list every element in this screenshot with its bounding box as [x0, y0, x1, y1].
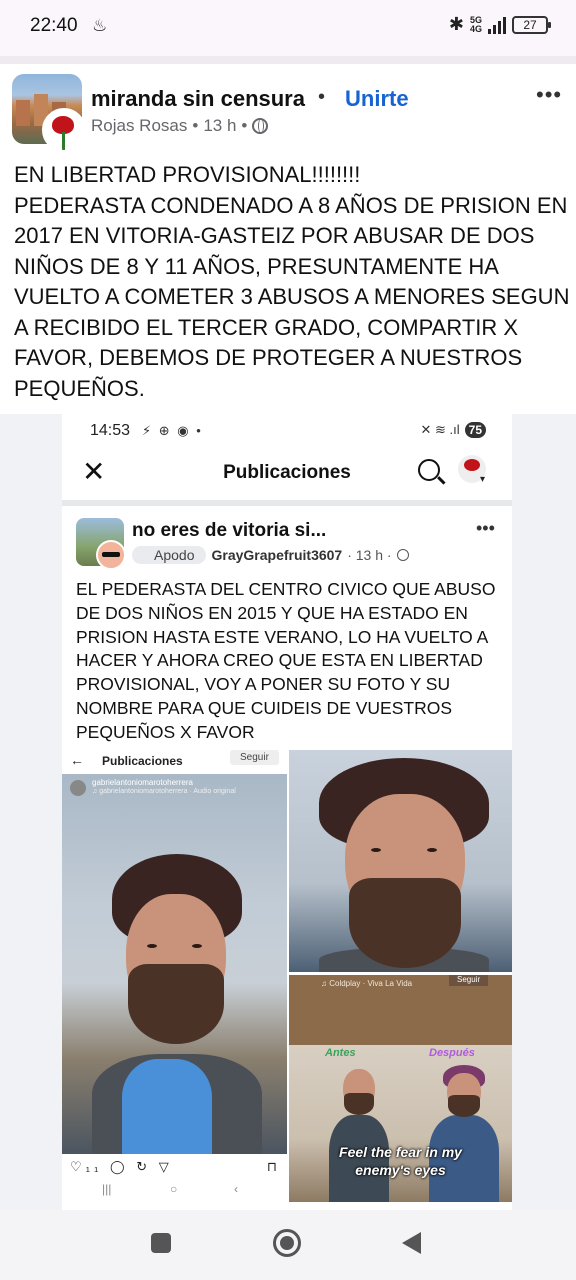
post-text: EN LIBERTAD PROVISIONAL!!!!!!!! PEDERAST…: [14, 162, 570, 401]
embedded-signal-icons: ✕ ≋ .ıl: [420, 422, 460, 437]
photo-left-actions: ♡₁₁ ◯ ↻ ▽ ⊓: [62, 1154, 287, 1180]
before-label: Antes: [325, 1047, 356, 1059]
photo-left-follow-button: Seguir: [230, 750, 279, 765]
chevron-down-icon: ▾: [480, 474, 486, 485]
back-icon: ‹: [234, 1182, 238, 1196]
home-button[interactable]: [273, 1229, 301, 1257]
group-name[interactable]: miranda sin censura: [91, 86, 305, 112]
status-bar: 22:40 ♨ ✱ 5G 4G 27: [0, 0, 576, 56]
user-avatar[interactable]: [42, 108, 86, 152]
photo-left-audio: ♫ gabrielantoniomarotoherrera · Audio or…: [92, 788, 236, 795]
home-icon: ○: [170, 1182, 178, 1196]
cloud-flame-icon: ♨: [92, 16, 108, 35]
photo-left-user-avatar: [70, 780, 86, 796]
photo-bottom-right: ♫ Coldplay · Viva La Vida Seguir Antes D…: [289, 975, 512, 1202]
embedded-post-text: EL PEDERASTA DEL CENTRO CIVICO QUE ABUSO…: [76, 579, 501, 742]
signal-icon: [488, 16, 506, 34]
post-header: miranda sin censura • Unirte ••• Rojas R…: [0, 66, 576, 152]
embedded-status-icons: ⚡ ⊕ ◉ •: [142, 423, 203, 438]
person-figure: [92, 854, 262, 1154]
embedded-status-right: ✕ ≋ .ıl 75: [421, 422, 486, 438]
network-label: 5G 4G: [469, 15, 482, 34]
photo-left-action-icons: ♡₁₁ ◯ ↻ ▽: [70, 1159, 173, 1174]
search-icon: [418, 459, 440, 481]
recents-icon: |||: [102, 1182, 112, 1196]
recents-button[interactable]: [151, 1233, 171, 1253]
embedded-status-time: 14:53: [90, 422, 131, 439]
author-line: Rojas Rosas • 13 h •: [91, 116, 269, 136]
embedded-battery-icon: 75: [464, 422, 486, 438]
photo-left-nav: ||| ○ ‹: [62, 1180, 287, 1202]
embedded-user-avatar: [96, 540, 126, 570]
embedded-status-bar: 14:53 ⚡ ⊕ ◉ • ✕ ≋ .ıl 75: [62, 414, 512, 450]
embedded-time: · 13 h ·: [347, 547, 392, 563]
embedded-group-name: no eres de vitoria si...: [132, 520, 327, 541]
embedded-divider: [62, 500, 512, 506]
network-bottom-label: 4G: [469, 23, 482, 34]
post-time[interactable]: 13 h: [203, 116, 236, 136]
person-figure: [309, 758, 499, 972]
photo-left-username: gabrielantoniomarotoherrera: [92, 778, 193, 787]
lyrics-caption: Feel the fear in my enemy's eyes: [339, 1144, 462, 1178]
photo-left-image: gabrielantoniomarotoherrera ♫ gabrielant…: [62, 774, 287, 1154]
embedded-nav-bar: ✕ Publicaciones ▾: [62, 452, 512, 494]
author-name[interactable]: Rojas Rosas: [91, 116, 187, 136]
status-icons: ✱ 5G 4G 27: [448, 14, 551, 35]
status-time: 22:40: [30, 15, 78, 36]
embedded-screenshot[interactable]: 14:53 ⚡ ⊕ ◉ • ✕ ≋ .ıl 75 ✕ Publicaciones…: [62, 414, 512, 1210]
separator-dot: •: [318, 86, 326, 108]
back-button[interactable]: [402, 1232, 421, 1254]
battery-icon: 27: [512, 15, 551, 34]
after-label: Después: [429, 1047, 475, 1059]
photo-left-title: Publicaciones: [102, 754, 183, 768]
embedded-post-header: no eres de vitoria si... ••• Apodo GrayG…: [62, 514, 512, 574]
photo-left-header: ← Publicaciones Seguir: [62, 750, 287, 774]
status-divider: [0, 56, 576, 64]
bluetooth-icon: ✱: [448, 14, 464, 34]
back-arrow-icon: ←: [70, 752, 84, 768]
bookmark-icon: ⊓: [266, 1159, 277, 1174]
system-nav-bar: [0, 1210, 576, 1280]
join-group-button[interactable]: Unirte: [345, 86, 409, 112]
photo-left: ← Publicaciones Seguir gabrielantoniomar…: [62, 750, 287, 1202]
embedded-badge: Apodo: [132, 546, 207, 564]
embedded-author: GrayGrapefruit3607: [211, 547, 343, 563]
embedded-meta: Apodo GrayGrapefruit3607 · 13 h ·: [132, 546, 409, 564]
photo-top-right: [289, 750, 512, 972]
embedded-globe-icon: [396, 549, 409, 561]
globe-icon: [252, 118, 269, 134]
embedded-more-icon: •••: [476, 518, 495, 538]
photo-bottom-right-top: ♫ Coldplay · Viva La Vida Seguir: [289, 975, 512, 1045]
song-label: ♫ Coldplay · Viva La Vida: [321, 979, 413, 988]
more-options-icon[interactable]: •••: [536, 82, 562, 108]
photo-bottom-right-follow-button: Seguir: [449, 975, 489, 986]
